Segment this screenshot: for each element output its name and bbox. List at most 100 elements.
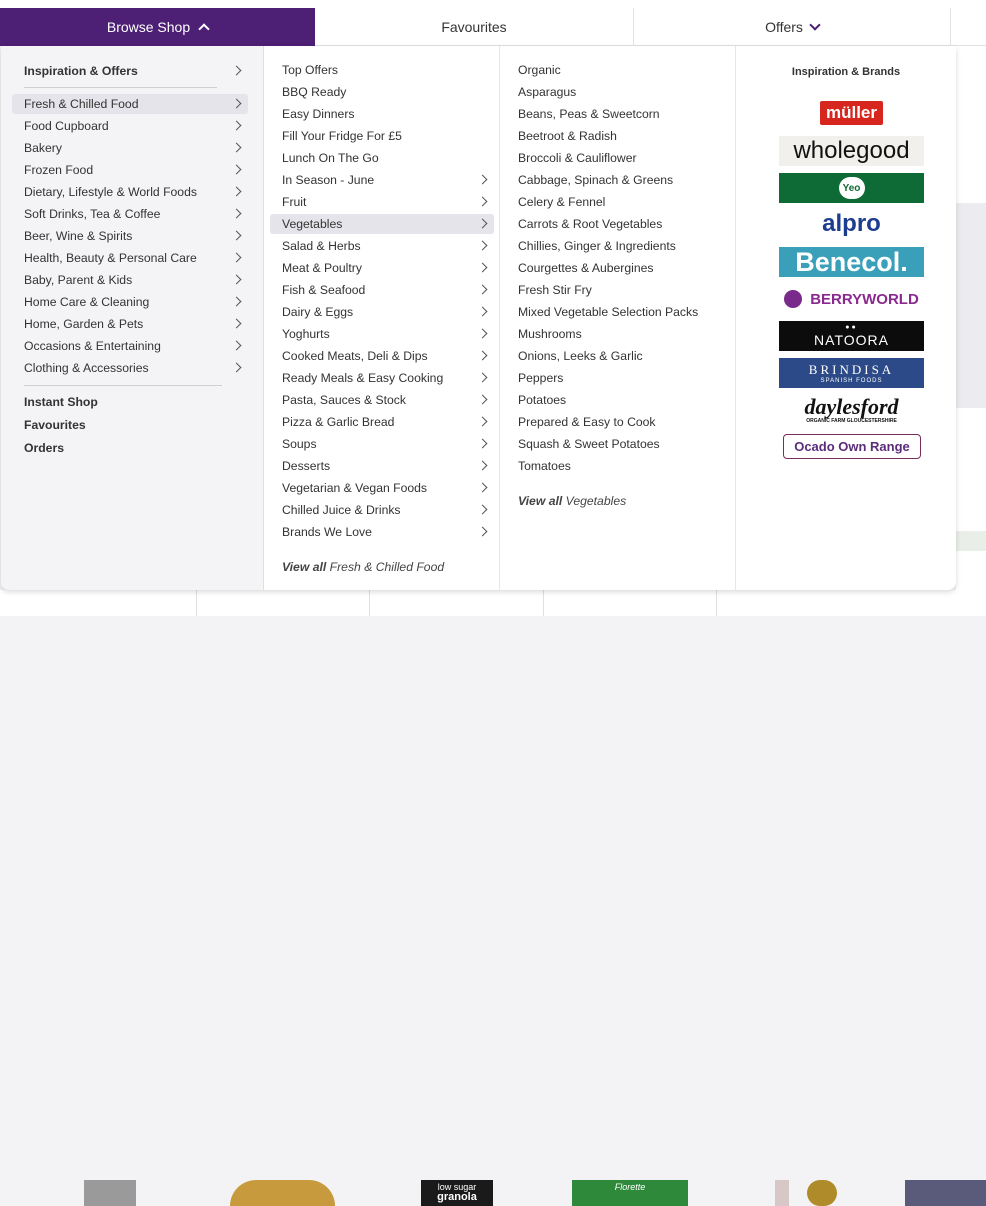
ocado-own-range-logo[interactable]: Ocado Own Range <box>783 434 921 459</box>
shelf-item[interactable]: Broccoli & Cauliflower <box>506 148 730 168</box>
aisle-item[interactable]: Chilled Juice & Drinks <box>270 500 494 520</box>
account-link[interactable]: Orders <box>12 438 248 458</box>
daylesford-logo[interactable]: daylesford ORGANIC FARM GLOUCESTERSHIRE <box>779 395 924 425</box>
aisle-item[interactable]: Cooked Meats, Deli & Dips <box>270 346 494 366</box>
aisle-item[interactable]: Top Offers <box>270 60 494 80</box>
aisle-item[interactable]: Lunch On The Go <box>270 148 494 168</box>
shelf-item[interactable]: Peppers <box>506 368 730 388</box>
aisle-item[interactable]: Vegetarian & Vegan Foods <box>270 478 494 498</box>
product-image-5[interactable] <box>775 1180 789 1206</box>
menu-item-label: Courgettes & Aubergines <box>518 261 654 275</box>
department-item[interactable]: Food Cupboard <box>12 116 248 136</box>
menu-item-label: Baby, Parent & Kids <box>24 273 133 287</box>
shelf-item[interactable]: Mixed Vegetable Selection Packs <box>506 302 730 322</box>
view-all-target: Fresh & Chilled Food <box>329 560 445 574</box>
shelf-item[interactable]: Squash & Sweet Potatoes <box>506 434 730 454</box>
shelf-item[interactable]: Celery & Fennel <box>506 192 730 212</box>
account-link[interactable]: Instant Shop <box>12 392 248 412</box>
chevron-right-icon <box>477 306 488 317</box>
department-item[interactable]: Dietary, Lifestyle & World Foods <box>12 182 248 202</box>
shelf-item[interactable]: Beans, Peas & Sweetcorn <box>506 104 730 124</box>
browse-shop-tab[interactable]: Browse Shop <box>0 8 315 46</box>
department-item[interactable]: Health, Beauty & Personal Care <box>12 248 248 268</box>
aisle-item[interactable]: Ready Meals & Easy Cooking <box>270 368 494 388</box>
department-item[interactable]: Occasions & Entertaining <box>12 336 248 356</box>
department-item[interactable]: Home Care & Cleaning <box>12 292 248 312</box>
department-item[interactable]: Soft Drinks, Tea & Coffee <box>12 204 248 224</box>
department-item[interactable]: Home, Garden & Pets <box>12 314 248 334</box>
department-column: Inspiration & Offers Fresh & Chilled Foo… <box>1 46 264 590</box>
aisle-item[interactable]: Fruit <box>270 192 494 212</box>
aisle-item[interactable]: Meat & Poultry <box>270 258 494 278</box>
aisle-item[interactable]: Fish & Seafood <box>270 280 494 300</box>
yeo-logo-text: Yeo <box>838 177 865 199</box>
shelf-item[interactable]: Asparagus <box>506 82 730 102</box>
chevron-right-icon <box>231 208 242 219</box>
shelf-item[interactable]: Carrots & Root Vegetables <box>506 214 730 234</box>
menu-item-label: Fish & Seafood <box>282 283 366 297</box>
aisle-item[interactable]: Easy Dinners <box>270 104 494 124</box>
chevron-right-icon <box>477 416 488 427</box>
aisle-item[interactable]: Vegetables <box>270 214 494 234</box>
product-image-1[interactable] <box>84 1180 136 1206</box>
aisle-item[interactable]: Fill Your Fridge For £5 <box>270 126 494 146</box>
aisle-item[interactable]: Salad & Herbs <box>270 236 494 256</box>
shelf-item[interactable]: Prepared & Easy to Cook <box>506 412 730 432</box>
product-image-6[interactable] <box>807 1180 837 1206</box>
menu-item-label: Occasions & Entertaining <box>24 339 161 353</box>
shelf-item[interactable]: Tomatoes <box>506 456 730 476</box>
shelf-item[interactable]: Onions, Leeks & Garlic <box>506 346 730 366</box>
aisle-item[interactable]: Yoghurts <box>270 324 494 344</box>
aisle-item[interactable]: Pizza & Garlic Bread <box>270 412 494 432</box>
brindisa-logo[interactable]: BRINDISA SPANISH FOODS <box>779 358 924 388</box>
aisle-item[interactable]: Soups <box>270 434 494 454</box>
aisle-item[interactable]: Desserts <box>270 456 494 476</box>
muller-logo[interactable]: müller <box>779 98 924 128</box>
product-image-4[interactable]: Florette <box>572 1180 688 1206</box>
product-image-2[interactable] <box>230 1180 335 1206</box>
account-link[interactable]: Favourites <box>12 415 248 435</box>
benecol-logo[interactable]: Benecol. <box>779 247 924 277</box>
aisle-item[interactable]: BBQ Ready <box>270 82 494 102</box>
shelf-item[interactable]: Beetroot & Radish <box>506 126 730 146</box>
favourites-tab[interactable]: Favourites <box>315 8 633 46</box>
offers-tab[interactable]: Offers <box>633 8 951 46</box>
berryworld-logo[interactable]: BERRYWORLD <box>779 284 924 314</box>
department-item[interactable]: Fresh & Chilled Food <box>12 94 248 114</box>
department-item[interactable]: Frozen Food <box>12 160 248 180</box>
aisle-item[interactable]: Dairy & Eggs <box>270 302 494 322</box>
shelf-item[interactable]: Cabbage, Spinach & Greens <box>506 170 730 190</box>
view-all-vegetables-link[interactable]: View all Vegetables <box>506 491 730 511</box>
menu-item-label: Brands We Love <box>282 525 372 539</box>
shelf-item[interactable]: Courgettes & Aubergines <box>506 258 730 278</box>
product-text: granola <box>437 1191 477 1203</box>
menu-item-label: In Season - June <box>282 173 375 187</box>
aisle-item[interactable]: Brands We Love <box>270 522 494 542</box>
yeo-logo[interactable]: Yeo <box>779 173 924 203</box>
shelf-item[interactable]: Organic <box>506 60 730 80</box>
alpro-logo[interactable]: alpro <box>779 209 924 239</box>
aisle-item[interactable]: In Season - June <box>270 170 494 190</box>
divider <box>196 590 197 616</box>
menu-item-label: Fresh Stir Fry <box>518 283 592 297</box>
department-item[interactable]: Bakery <box>12 138 248 158</box>
shelf-item[interactable]: Chillies, Ginger & Ingredients <box>506 236 730 256</box>
view-all-fresh-link[interactable]: View all Fresh & Chilled Food <box>270 557 494 577</box>
department-item[interactable]: Beer, Wine & Spirits <box>12 226 248 246</box>
shelf-item[interactable]: Potatoes <box>506 390 730 410</box>
inspiration-offers-item[interactable]: Inspiration & Offers <box>12 61 248 81</box>
product-image-7[interactable] <box>905 1180 986 1206</box>
department-item[interactable]: Clothing & Accessories <box>12 358 248 378</box>
chevron-down-icon <box>809 19 821 31</box>
wholegood-logo[interactable]: wholegood <box>779 136 924 166</box>
chevron-right-icon <box>231 120 242 131</box>
natoora-logo[interactable]: ●● NATOORA <box>779 321 924 351</box>
aisle-item[interactable]: Pasta, Sauces & Stock <box>270 390 494 410</box>
shelf-item[interactable]: Mushrooms <box>506 324 730 344</box>
chevron-right-icon <box>477 218 488 229</box>
chevron-right-icon <box>231 296 242 307</box>
shelf-item[interactable]: Fresh Stir Fry <box>506 280 730 300</box>
menu-item-label: Soft Drinks, Tea & Coffee <box>24 207 161 221</box>
product-image-3[interactable]: low sugar granola <box>421 1180 493 1206</box>
department-item[interactable]: Baby, Parent & Kids <box>12 270 248 290</box>
